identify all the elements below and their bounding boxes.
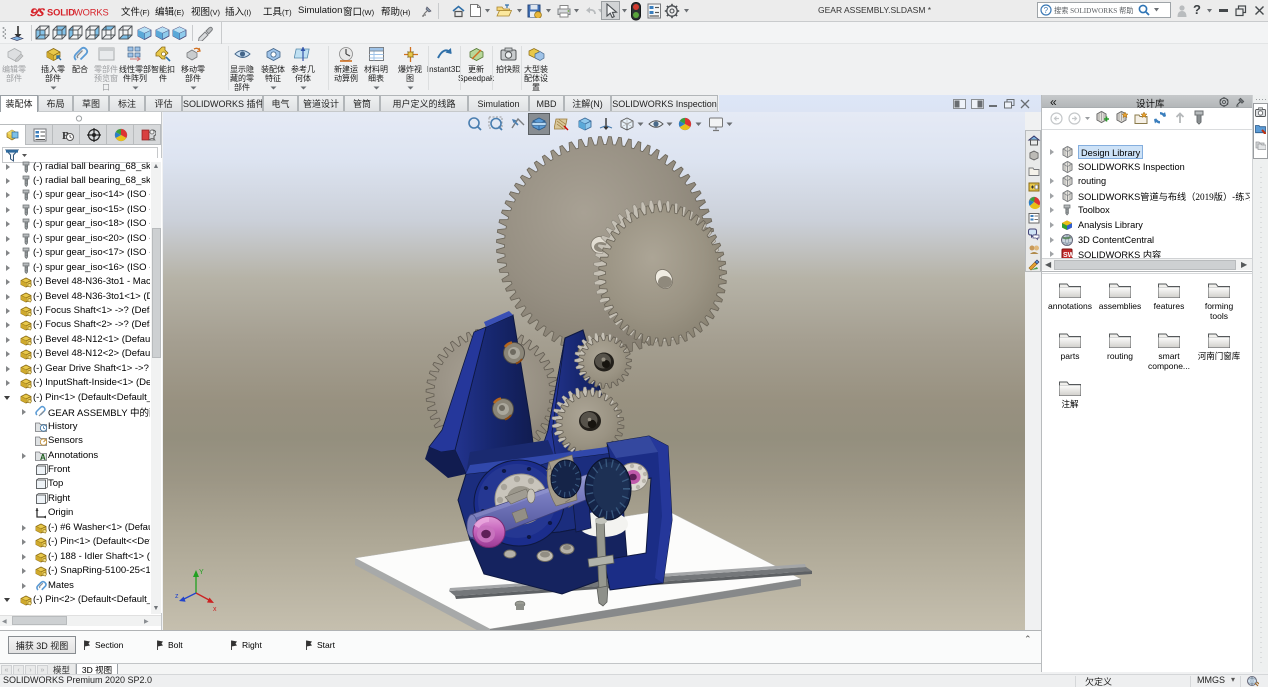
svg-text:?: ? xyxy=(1044,6,1049,15)
svg-text:z: z xyxy=(175,593,179,600)
svg-text:A: A xyxy=(40,453,46,462)
svg-text:SOLID: SOLID xyxy=(47,7,75,17)
svg-text:WORKS: WORKS xyxy=(74,7,109,17)
svg-text:Y: Y xyxy=(199,569,204,576)
svg-text:搜索 SOLIDWORKS 帮助: 搜索 SOLIDWORKS 帮助 xyxy=(1054,6,1133,16)
svg-text:x: x xyxy=(213,606,217,613)
